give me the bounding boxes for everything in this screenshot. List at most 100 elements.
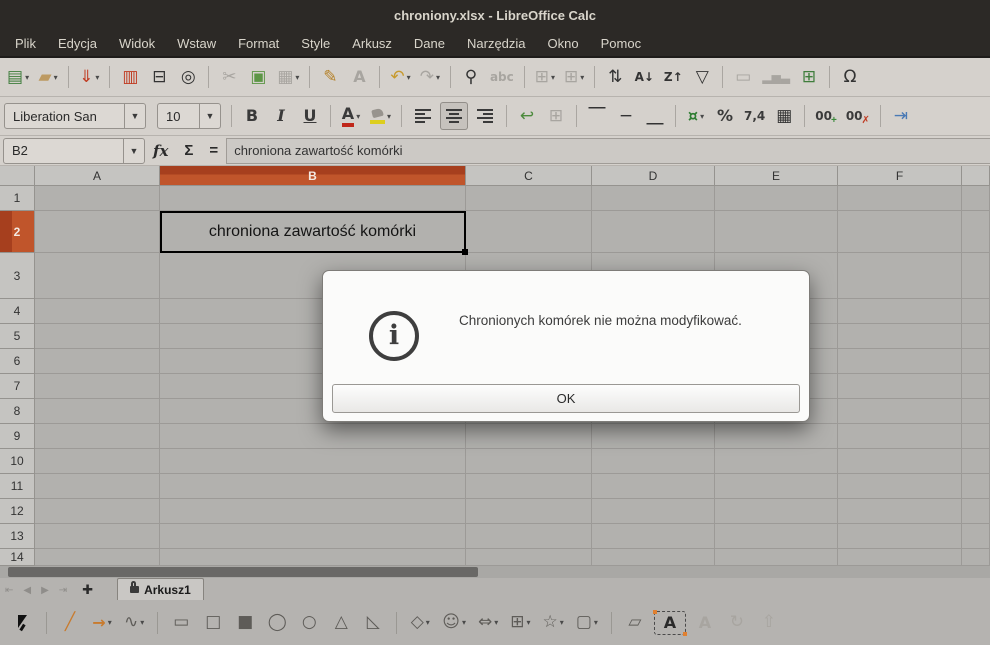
row-header-11[interactable]: 11 — [0, 474, 35, 499]
line-button[interactable]: ╱ — [57, 609, 83, 637]
decimal-format-button[interactable]: 7,4 — [741, 102, 768, 130]
dropdown-arrow-icon[interactable]: ▾ — [108, 618, 112, 627]
callouts-button[interactable]: ▢▾ — [573, 609, 601, 637]
copy-button[interactable]: ▣ — [245, 63, 271, 91]
menu-pomoc[interactable]: Pomoc — [590, 32, 652, 55]
cell-F8[interactable] — [838, 399, 962, 424]
cell-F3[interactable] — [838, 253, 962, 299]
select-all-corner[interactable] — [0, 166, 35, 186]
cell-A4[interactable] — [35, 299, 160, 324]
sort-ascending-button[interactable]: A↓ — [631, 63, 657, 91]
cell-G1[interactable] — [962, 186, 990, 211]
cell-F9[interactable] — [838, 424, 962, 449]
menu-plik[interactable]: Plik — [4, 32, 47, 55]
cell-A10[interactable] — [35, 449, 160, 474]
cell-A9[interactable] — [35, 424, 160, 449]
cell-B10[interactable] — [160, 449, 466, 474]
cell-F5[interactable] — [838, 324, 962, 349]
italic-button[interactable]: I — [268, 102, 294, 130]
increase-indent-button[interactable]: ⇥ — [888, 102, 914, 130]
row-header-1[interactable]: 1 — [0, 186, 35, 211]
cell-B11[interactable] — [160, 474, 466, 499]
stars-button[interactable]: ☆▾ — [540, 609, 567, 637]
dropdown-arrow-icon[interactable]: ▾ — [356, 112, 360, 121]
export-pdf-button[interactable]: ▥ — [117, 63, 143, 91]
cell-A1[interactable] — [35, 186, 160, 211]
cell-D11[interactable] — [592, 474, 715, 499]
isosceles-triangle-button[interactable]: △ — [328, 609, 354, 637]
cell-G11[interactable] — [962, 474, 990, 499]
align-right-button[interactable] — [471, 102, 499, 130]
cell-E9[interactable] — [715, 424, 838, 449]
cell-D14[interactable] — [592, 549, 715, 566]
row-header-13[interactable]: 13 — [0, 524, 35, 549]
bold-button[interactable]: B — [239, 102, 265, 130]
new-document-button[interactable]: ▤▾ — [4, 63, 32, 91]
print-button[interactable]: ⊟ — [146, 63, 172, 91]
sort-descending-button[interactable]: Z↑ — [660, 63, 686, 91]
cell-G12[interactable] — [962, 499, 990, 524]
formula-button[interactable]: = — [201, 142, 226, 159]
cell-D2[interactable] — [592, 211, 715, 253]
ok-button[interactable]: OK — [332, 384, 800, 413]
cell-C2[interactable] — [466, 211, 592, 253]
highlight-color-button[interactable]: ▾ — [367, 102, 394, 130]
clone-formatting-button[interactable]: ✎ — [317, 63, 343, 91]
cell-G13[interactable] — [962, 524, 990, 549]
symbol-shapes-button[interactable]: ☺▾ — [439, 609, 469, 637]
cell-A12[interactable] — [35, 499, 160, 524]
align-left-button[interactable] — [409, 102, 437, 130]
basic-shapes-button[interactable]: ◇▾ — [407, 609, 433, 637]
cell-G8[interactable] — [962, 399, 990, 424]
align-top-button[interactable]: ⎺ — [584, 102, 610, 130]
sheet-tab-arkusz1[interactable]: Arkusz1 — [117, 578, 204, 600]
row-header-5[interactable]: 5 — [0, 324, 35, 349]
row-header-12[interactable]: 12 — [0, 499, 35, 524]
dropdown-arrow-icon[interactable]: ▾ — [527, 618, 531, 627]
cell-B14[interactable] — [160, 549, 466, 566]
menu-okno[interactable]: Okno — [537, 32, 590, 55]
dropdown-arrow-icon[interactable]: ▾ — [594, 618, 598, 627]
column-header-A[interactable]: A — [35, 166, 160, 186]
dropdown-arrow-icon[interactable]: ▾ — [580, 73, 584, 82]
cell-C1[interactable] — [466, 186, 592, 211]
dropdown-arrow-icon[interactable]: ▾ — [494, 618, 498, 627]
cell-B9[interactable] — [160, 424, 466, 449]
3d-objects-button[interactable]: ▱ — [622, 609, 648, 637]
menu-widok[interactable]: Widok — [108, 32, 166, 55]
sort-button[interactable]: ⇅ — [602, 63, 628, 91]
cell-F12[interactable] — [838, 499, 962, 524]
menu-arkusz[interactable]: Arkusz — [341, 32, 403, 55]
cell-C13[interactable] — [466, 524, 592, 549]
column-header-D[interactable]: D — [592, 166, 715, 186]
selection-handle[interactable] — [462, 249, 468, 255]
menu-narzdzia[interactable]: Narzędzia — [456, 32, 537, 55]
ellipse-button[interactable]: ◯ — [264, 609, 290, 637]
cell-A13[interactable] — [35, 524, 160, 549]
underline-button[interactable]: U — [297, 102, 323, 130]
menu-format[interactable]: Format — [227, 32, 290, 55]
insert-textbox-button[interactable]: A — [654, 611, 686, 635]
square-button[interactable]: □ — [200, 609, 226, 637]
cell-F4[interactable] — [838, 299, 962, 324]
cell-E11[interactable] — [715, 474, 838, 499]
flowchart-button[interactable]: ⊞▾ — [507, 609, 533, 637]
cell-F2[interactable] — [838, 211, 962, 253]
circle-button[interactable]: ○ — [296, 609, 322, 637]
menu-dane[interactable]: Dane — [403, 32, 456, 55]
cell-G6[interactable] — [962, 349, 990, 374]
cell-B2[interactable]: chroniona zawartość komórki — [160, 211, 466, 253]
row-header-2[interactable]: 2 — [0, 211, 35, 253]
percent-button[interactable]: % — [712, 102, 738, 130]
menu-edycja[interactable]: Edycja — [47, 32, 108, 55]
row-header-6[interactable]: 6 — [0, 349, 35, 374]
menu-wstaw[interactable]: Wstaw — [166, 32, 227, 55]
dropdown-arrow-icon[interactable]: ▾ — [436, 73, 440, 82]
column-header-C[interactable]: C — [466, 166, 592, 186]
column-header-F[interactable]: F — [838, 166, 962, 186]
cell-D10[interactable] — [592, 449, 715, 474]
open-button[interactable]: ▰▾ — [35, 63, 61, 91]
cell-G10[interactable] — [962, 449, 990, 474]
curve-button[interactable]: ∿▾ — [121, 609, 147, 637]
row-header-4[interactable]: 4 — [0, 299, 35, 324]
